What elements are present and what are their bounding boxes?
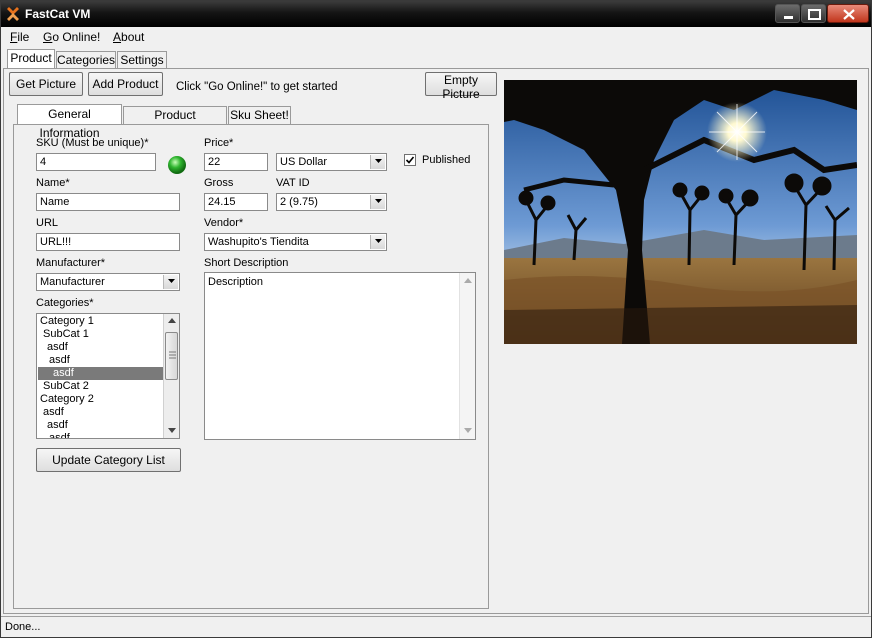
empty-picture-button[interactable]: Empty Picture — [425, 72, 497, 101]
dropdown-arrow-icon — [375, 239, 382, 243]
window-title: FastCat VM — [25, 7, 91, 21]
scroll-down-icon[interactable] — [464, 428, 472, 434]
categories-scrollbar[interactable] — [163, 314, 179, 438]
list-item[interactable]: asdf — [49, 354, 70, 367]
app-window: FastCat VM File Go Online! About Product… — [0, 0, 872, 638]
list-item[interactable]: SubCat 1 — [43, 328, 89, 341]
published-checkbox[interactable] — [404, 154, 416, 166]
gross-input[interactable]: 24.15 — [204, 193, 268, 211]
checkbox-checked-icon — [405, 156, 415, 164]
list-item[interactable]: asdf — [47, 341, 68, 354]
vendor-select[interactable]: Washupito's Tiendita — [204, 233, 387, 251]
short-description-label: Short Description — [204, 257, 289, 269]
tab-general-information[interactable]: General Information — [17, 104, 122, 140]
url-label: URL — [36, 217, 59, 229]
menu-about[interactable]: About — [113, 30, 144, 44]
dropdown-arrow-icon — [375, 199, 382, 203]
minimize-icon — [784, 16, 793, 19]
scroll-down-icon[interactable] — [168, 428, 176, 434]
minimize-button[interactable] — [775, 4, 800, 23]
dropdown-arrow-icon — [375, 159, 382, 163]
menu-file[interactable]: File — [10, 30, 29, 44]
list-item[interactable]: asdf — [43, 406, 64, 419]
price-input[interactable]: 22 — [204, 153, 268, 171]
list-item[interactable]: asdf — [49, 432, 70, 438]
categories-listbox[interactable]: Category 1 SubCat 1 asdf asdf asdf SubCa… — [36, 313, 180, 439]
close-icon — [843, 9, 855, 20]
categories-label: Categories* — [36, 297, 94, 309]
maximize-icon — [808, 9, 821, 20]
list-item[interactable]: Category 2 — [40, 393, 94, 406]
close-button[interactable] — [827, 4, 869, 23]
short-description-text: Description — [208, 276, 264, 288]
product-picture — [504, 80, 857, 344]
tab-categories[interactable]: Categories — [56, 51, 116, 68]
dropdown-arrow-icon — [168, 279, 175, 283]
status-bar: Done... — [1, 616, 871, 637]
tab-settings[interactable]: Settings — [117, 51, 167, 68]
app-icon — [7, 7, 19, 21]
published-label: Published — [422, 154, 471, 166]
name-label: Name* — [36, 177, 70, 189]
tab-product-description[interactable]: Product Description — [123, 106, 227, 139]
list-item-selected[interactable]: asdf — [38, 367, 163, 380]
sku-input[interactable]: 4 — [36, 153, 156, 171]
list-item[interactable]: SubCat 2 — [43, 380, 89, 393]
manufacturer-label: Manufacturer* — [36, 257, 106, 269]
price-label: Price* — [204, 137, 234, 149]
vat-select[interactable]: 2 (9.75) — [276, 193, 387, 211]
short-description-textarea[interactable]: Description — [204, 272, 476, 440]
url-input[interactable]: URL!!! — [36, 233, 180, 251]
scroll-up-icon[interactable] — [168, 318, 176, 324]
menu-go-online[interactable]: Go Online! — [43, 30, 100, 44]
vat-label: VAT ID — [276, 177, 310, 189]
get-picture-button[interactable]: Get Picture — [9, 72, 83, 96]
maximize-button[interactable] — [801, 4, 826, 23]
title-bar[interactable]: FastCat VM — [1, 1, 871, 27]
scrollbar-thumb[interactable] — [165, 332, 178, 380]
tab-product[interactable]: Product — [7, 49, 55, 68]
list-item[interactable]: asdf — [47, 419, 68, 432]
manufacturer-select[interactable]: Manufacturer — [36, 273, 180, 291]
status-led-icon — [168, 156, 186, 174]
menu-bar: File Go Online! About — [1, 28, 871, 46]
name-input[interactable]: Name — [36, 193, 180, 211]
update-category-list-button[interactable]: Update Category List — [36, 448, 181, 472]
add-product-button[interactable]: Add Product — [88, 72, 163, 96]
gross-label: Gross — [204, 177, 234, 189]
scroll-up-icon[interactable] — [464, 278, 472, 284]
currency-select[interactable]: US Dollar — [276, 153, 387, 171]
tab-sku-sheet[interactable]: Sku Sheet! — [228, 106, 291, 124]
vendor-label: Vendor* — [204, 217, 244, 229]
status-text: Done... — [5, 621, 41, 633]
hint-text: Click "Go Online!" to get started — [176, 81, 338, 93]
list-item[interactable]: Category 1 — [40, 315, 94, 328]
textarea-scrollbar[interactable] — [459, 273, 475, 439]
